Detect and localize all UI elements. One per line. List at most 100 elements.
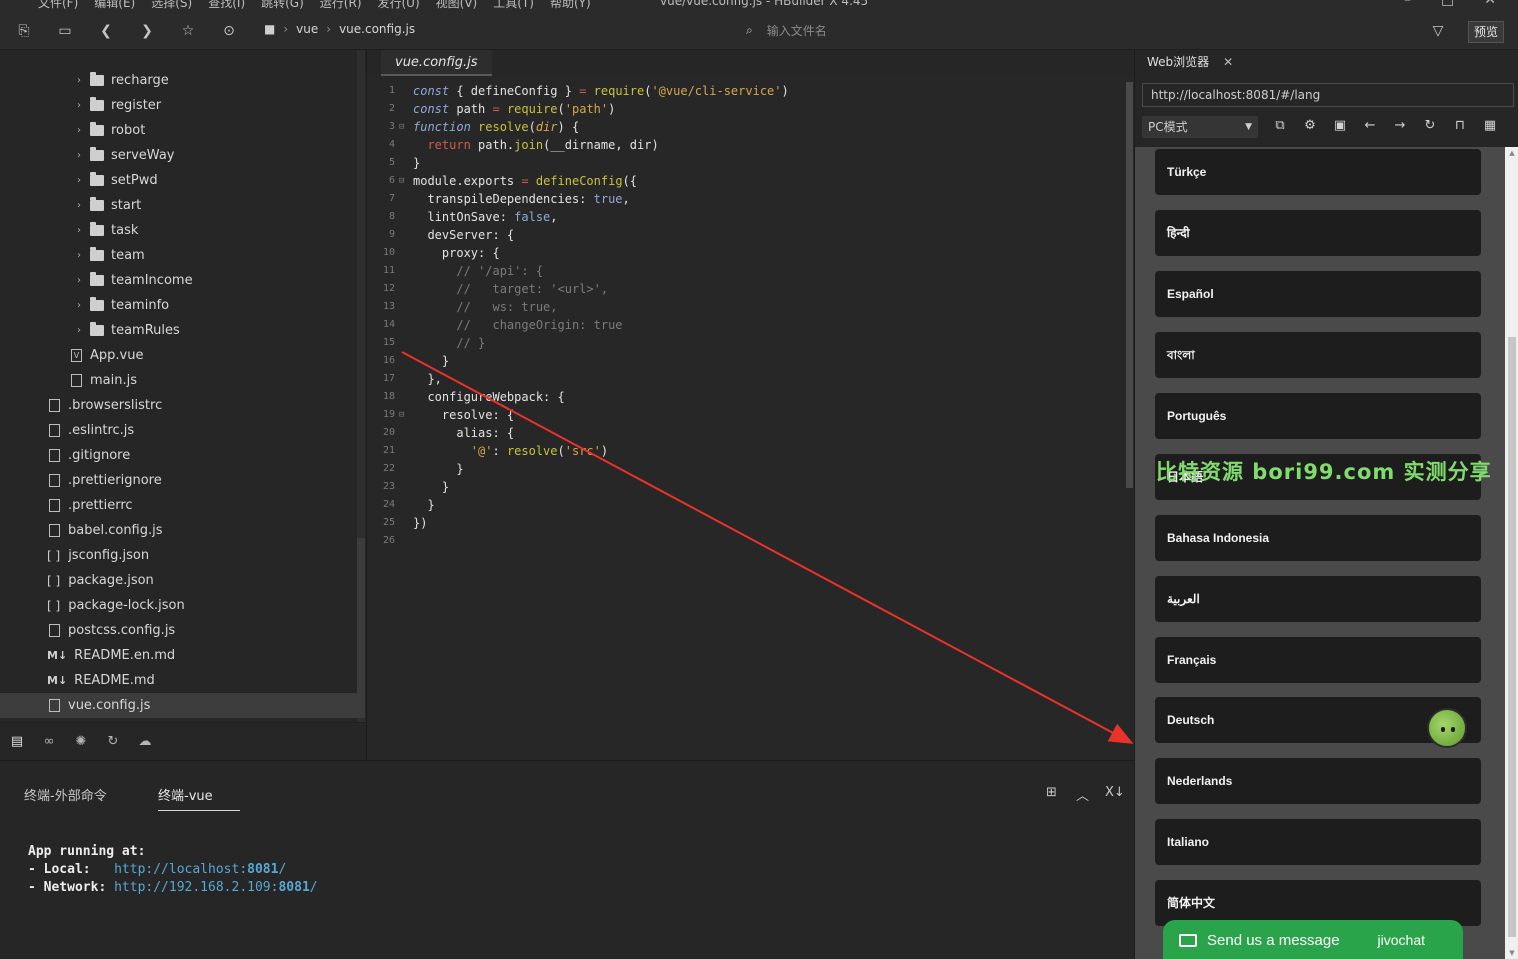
scroll-up-icon[interactable]: ▲	[1508, 149, 1516, 157]
tree-file[interactable]: main.js	[0, 368, 358, 393]
tree-file[interactable]: .eslintrc.js	[0, 418, 358, 443]
scrollbar-thumb[interactable]	[357, 538, 365, 718]
git-icon[interactable]: ↻	[104, 733, 122, 751]
tree-folder[interactable]: › setPwd	[0, 168, 358, 193]
lang-option[interactable]: हिन्दी	[1155, 210, 1481, 256]
star-icon[interactable]: ☆	[178, 21, 198, 41]
debug-bug-icon[interactable]: ✺	[72, 733, 90, 751]
menu-tools[interactable]: 工具(T)	[493, 0, 534, 11]
tree-folder[interactable]: › start	[0, 193, 358, 218]
file-search-input[interactable]: 输入文件名	[767, 22, 827, 39]
tree-folder[interactable]: › recharge	[0, 68, 358, 93]
tab-web-browser[interactable]: Web浏览器 ✕	[1143, 50, 1237, 76]
menu-goto[interactable]: 跳转(G)	[261, 0, 304, 11]
qrcode-icon[interactable]: ▦	[1481, 117, 1499, 135]
tree-file[interactable]: postcss.config.js	[0, 618, 358, 643]
refresh-icon[interactable]: ↻	[1421, 117, 1439, 135]
browser-scrollbar[interactable]: ▲ ▼	[1505, 147, 1518, 959]
lock-icon[interactable]: ⊓	[1451, 117, 1469, 135]
breadcrumb-item[interactable]: vue.config.js	[339, 22, 415, 36]
local-port[interactable]: 8081	[247, 862, 278, 877]
tree-file[interactable]: .prettierrc	[0, 493, 358, 518]
settings-icon[interactable]: ⚙	[1301, 117, 1319, 135]
maximize-icon[interactable]: □	[1441, 0, 1454, 8]
minimize-icon[interactable]: –	[1404, 0, 1411, 8]
network-port[interactable]: 8081	[278, 880, 309, 895]
open-external-icon[interactable]: ⧉	[1271, 117, 1289, 135]
tree-file[interactable]: [ ] package.json	[0, 568, 358, 593]
address-bar[interactable]: http://localhost:8081/#/lang	[1142, 83, 1514, 107]
menu-view[interactable]: 视图(V)	[436, 0, 478, 11]
network-url-link[interactable]: http://192.168.2.109:	[114, 880, 278, 895]
new-terminal-icon[interactable]: ⊞	[1046, 785, 1057, 800]
tree-file[interactable]: .gitignore	[0, 443, 358, 468]
preview-button[interactable]: 预览	[1468, 21, 1504, 43]
menu-run[interactable]: 运行(R)	[320, 0, 362, 11]
menu-help[interactable]: 帮助(Y)	[550, 0, 591, 11]
tree-folder[interactable]: › robot	[0, 118, 358, 143]
tree-folder[interactable]: › teamRules	[0, 318, 358, 343]
tree-folder[interactable]: › team	[0, 243, 358, 268]
tree-file[interactable]: [ ] package-lock.json	[0, 593, 358, 618]
save-icon[interactable]: ▭	[55, 21, 75, 41]
chat-widget-button[interactable]: Send us a message jivochat	[1163, 920, 1463, 959]
lang-option[interactable]: العربية	[1155, 576, 1481, 622]
tree-folder[interactable]: › teamIncome	[0, 268, 358, 293]
filter-icon[interactable]: ▽	[1428, 21, 1448, 41]
code-editor[interactable]: 1 const { defineConfig } = require('@vue/…	[366, 76, 1134, 760]
cloud-icon[interactable]: ☁	[136, 733, 154, 751]
lang-option[interactable]: Türkçe	[1155, 149, 1481, 195]
tree-file[interactable]: babel.config.js	[0, 518, 358, 543]
tree-folder[interactable]: › register	[0, 93, 358, 118]
tree-file[interactable]: .prettierignore	[0, 468, 358, 493]
file-search[interactable]: ⌕ 输入文件名	[746, 22, 827, 39]
lang-option[interactable]: Français	[1155, 637, 1481, 683]
local-url-link[interactable]: http://localhost:	[114, 862, 247, 877]
tab-terminal-external[interactable]: 终端-外部命令	[24, 785, 107, 804]
menu-edit[interactable]: 编辑(E)	[94, 0, 135, 11]
tree-folder[interactable]: › serveWay	[0, 143, 358, 168]
tree-file[interactable]: [ ] jsconfig.json	[0, 543, 358, 568]
lang-option[interactable]: Bahasa Indonesia	[1155, 515, 1481, 561]
new-file-icon[interactable]: ⎘	[14, 21, 34, 41]
scrollbar-thumb[interactable]	[1508, 337, 1516, 937]
tree-folder[interactable]: › teaminfo	[0, 293, 358, 318]
chat-avatar-icon[interactable]	[1427, 708, 1467, 748]
back-icon[interactable]: ❮	[96, 21, 116, 41]
close-window-icon[interactable]: ✕	[1484, 0, 1496, 8]
menu-publish[interactable]: 发行(U)	[378, 0, 420, 11]
tree-file[interactable]: M↓ README.en.md	[0, 643, 358, 668]
tree-file[interactable]: M↓ README.md	[0, 668, 358, 693]
tree-label: register	[111, 98, 162, 113]
editor-tab-active[interactable]: vue.config.js	[381, 50, 492, 76]
lang-option[interactable]: বাংলা	[1155, 332, 1481, 378]
tab-terminal-vue[interactable]: 终端-vue	[158, 785, 240, 811]
lang-option[interactable]: Nederlands	[1155, 758, 1481, 804]
forward-icon[interactable]: ❯	[137, 21, 157, 41]
tree-file-selected[interactable]: vue.config.js	[0, 693, 358, 718]
scroll-down-icon[interactable]: ▼	[1508, 949, 1516, 957]
close-terminal-icon[interactable]: X↓	[1105, 785, 1125, 800]
tree-file[interactable]: .browserslistrc	[0, 393, 358, 418]
run-icon[interactable]: ⊙	[219, 21, 239, 41]
lang-option[interactable]: Português	[1155, 393, 1481, 439]
tree-scrollbar[interactable]	[357, 50, 365, 760]
lang-option[interactable]: Italiano	[1155, 819, 1481, 865]
menu-find[interactable]: 查找(I)	[208, 0, 245, 11]
editor-scrollbar[interactable]	[1126, 82, 1133, 488]
tree-file[interactable]: V App.vue	[0, 343, 358, 368]
tree-label: main.js	[90, 373, 137, 388]
forward-arrow-icon[interactable]: →	[1391, 117, 1409, 135]
lang-option[interactable]: Español	[1155, 271, 1481, 317]
menu-file[interactable]: 文件(F)	[38, 0, 78, 11]
tree-folder[interactable]: › task	[0, 218, 358, 243]
search-binoculars-icon[interactable]: ∞	[40, 733, 58, 751]
device-mode-select[interactable]: PC模式 ▼	[1142, 116, 1258, 138]
breadcrumb-item[interactable]: vue	[296, 22, 318, 36]
close-icon[interactable]: ✕	[1223, 50, 1233, 76]
menu-select[interactable]: 选择(S)	[151, 0, 192, 11]
console-icon[interactable]: ▣	[1331, 117, 1349, 135]
back-arrow-icon[interactable]: ←	[1361, 117, 1379, 135]
chevron-up-icon[interactable]: ︿	[1076, 785, 1089, 804]
project-manager-icon[interactable]: ▤	[8, 733, 26, 751]
